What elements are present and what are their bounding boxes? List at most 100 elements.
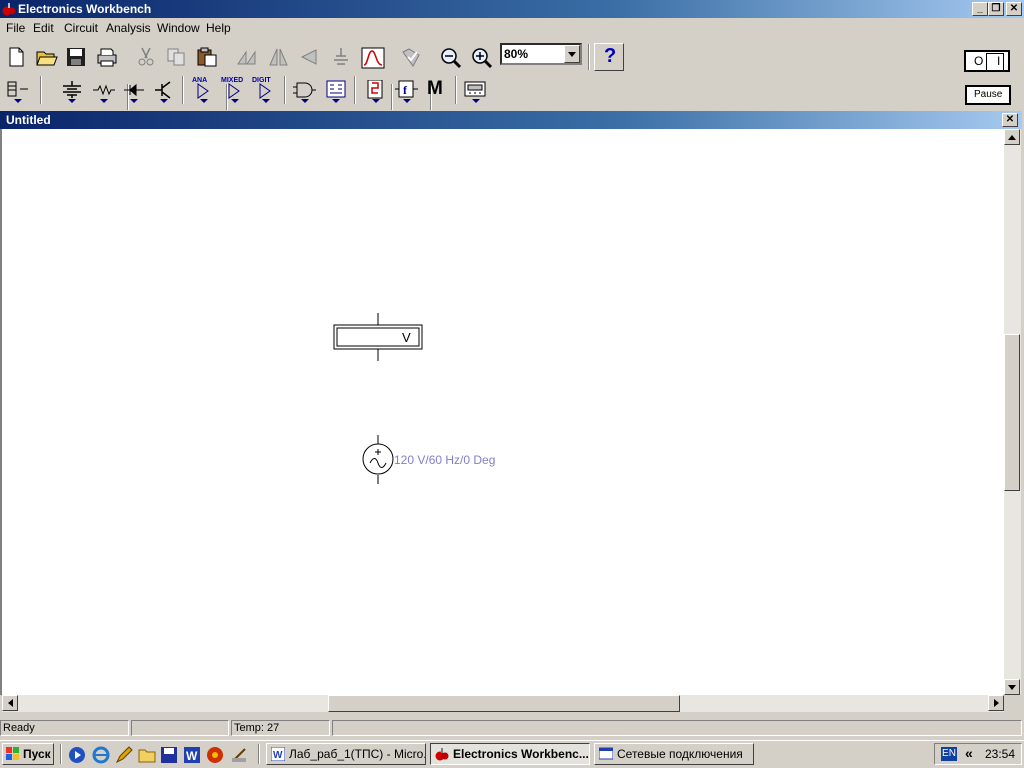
circuit-window-title-bar[interactable]: Untitled ✕ (0, 111, 1022, 129)
arrow-down-icon (1008, 685, 1016, 690)
instrument-icon (464, 81, 486, 103)
power-switch[interactable]: O I (964, 50, 1010, 72)
favorites-bin-button[interactable] (2, 76, 30, 104)
menu-edit[interactable]: Edit (33, 21, 54, 35)
taskbar-electronics-workbench[interactable]: Electronics Workbenc... (430, 743, 590, 765)
horizontal-scroll-thumb[interactable] (328, 695, 680, 712)
zoom-in-button[interactable] (467, 43, 495, 71)
battery-icon (63, 81, 81, 103)
scroll-down-button[interactable] (1004, 679, 1020, 695)
graphs-button[interactable] (357, 43, 385, 71)
close-button[interactable]: ✕ (1006, 2, 1022, 16)
component-properties-button[interactable] (326, 43, 354, 71)
zoom-value: 80% (504, 47, 529, 61)
status-bar: Ready Temp: 27 (0, 718, 1024, 738)
menu-circuit[interactable]: Circuit (64, 21, 98, 35)
ac-source-label: 120 V/60 Hz/0 Deg (394, 453, 496, 467)
sources-bin-button[interactable] (56, 76, 84, 104)
flip-horizontal-button[interactable] (264, 43, 292, 71)
circuit-window-close-button[interactable]: ✕ (1002, 113, 1018, 127)
scroll-up-button[interactable] (1004, 129, 1020, 145)
open-button[interactable] (32, 43, 60, 71)
tray-expand-button[interactable]: « (965, 745, 973, 761)
instruments-bin-button[interactable] (460, 76, 488, 104)
transistors-bin-button[interactable] (148, 76, 176, 104)
network-window-icon (599, 747, 613, 760)
help-button[interactable]: ? (594, 43, 624, 71)
taskbar-network-connections[interactable]: Сетевые подключения (594, 743, 754, 765)
restore-button[interactable]: ❐ (988, 2, 1004, 16)
analog-ics-bin-button[interactable]: ANA (188, 76, 216, 104)
zoom-dropdown-button[interactable] (564, 45, 580, 63)
copy-icon (167, 48, 185, 66)
status-panel-middle (131, 720, 229, 736)
media-player-icon[interactable] (68, 746, 86, 764)
cut-button[interactable] (132, 43, 160, 71)
menu-window[interactable]: Window (157, 21, 200, 35)
basic-bin-button[interactable] (88, 76, 116, 104)
internet-explorer-icon[interactable] (92, 746, 110, 764)
diodes-bin-button[interactable] (118, 76, 146, 104)
flip-vertical-button[interactable] (294, 43, 322, 71)
arrow-left-icon (8, 699, 13, 707)
circuit-window-title: Untitled (6, 113, 51, 127)
pause-button[interactable]: Pause (965, 85, 1011, 105)
app-title-bar[interactable]: Electronics Workbench _ ❐ ✕ (0, 0, 1024, 18)
disc-burner-icon[interactable] (206, 746, 224, 764)
circuit-canvas[interactable]: V 120 V/60 Hz/0 Deg (0, 129, 1004, 695)
save-button[interactable] (62, 43, 90, 71)
menu-help[interactable]: Help (206, 21, 231, 35)
vertical-scroll-thumb[interactable] (1004, 334, 1020, 491)
minimize-button[interactable]: _ (972, 2, 988, 16)
word-icon[interactable]: W (183, 746, 201, 764)
flip-vertical-icon (300, 49, 317, 65)
arrow-right-icon (994, 699, 999, 707)
zoom-out-button[interactable] (436, 43, 464, 71)
zoom-select[interactable]: 80% (500, 43, 582, 65)
paste-button[interactable] (192, 43, 220, 71)
start-button[interactable]: Пуск (2, 743, 54, 765)
menu-file[interactable]: File (6, 21, 25, 35)
new-file-button[interactable] (2, 43, 30, 71)
zoom-in-icon (472, 48, 493, 69)
flip-flop-icon (326, 80, 346, 103)
voltmeter-label: V (402, 330, 411, 345)
windows-taskbar: Пуск W W Лаб_раб_1(ТПС) - Micro... Elect… (0, 740, 1024, 768)
scroll-right-button[interactable] (988, 695, 1004, 711)
workbench-shortcut-icon[interactable] (230, 746, 248, 764)
chevron-down-icon (568, 52, 576, 57)
save-icon (67, 48, 85, 66)
voltmeter-component[interactable]: V (332, 313, 426, 363)
taskbar-network-label: Сетевые подключения (617, 747, 743, 761)
scroll-left-button[interactable] (2, 695, 18, 711)
printer-icon (97, 48, 117, 67)
favorites-bin-icon (7, 81, 28, 103)
zoom-out-icon (441, 48, 462, 69)
parts-toolbar: ANA MIXED DIGIT f M (0, 74, 960, 108)
logic-gates-bin-button[interactable] (289, 76, 317, 104)
transistor-icon (155, 81, 171, 103)
function-block-icon: f (395, 80, 418, 103)
menu-analysis[interactable]: Analysis (106, 21, 151, 35)
mixed-ics-bin-button[interactable]: MIXED (219, 76, 247, 104)
horizontal-scrollbar[interactable] (2, 695, 1004, 712)
taskbar-word-document[interactable]: W Лаб_раб_1(ТПС) - Micro... (266, 743, 426, 765)
opamp-icon (197, 83, 209, 103)
folder-icon[interactable] (138, 746, 156, 764)
arrow-up-icon (1008, 135, 1016, 140)
digital-bin-button[interactable] (320, 76, 348, 104)
floppy-icon[interactable] (160, 746, 178, 764)
copy-button[interactable] (162, 43, 190, 71)
controls-bin-button[interactable]: f (391, 76, 419, 104)
language-indicator[interactable]: EN (941, 747, 957, 761)
subcircuit-button[interactable] (396, 43, 424, 71)
miscellaneous-bin-button[interactable]: M (422, 76, 450, 104)
mixed-ic-icon (228, 83, 240, 103)
vertical-scrollbar[interactable] (1004, 129, 1021, 695)
digital-ics-bin-button[interactable]: DIGIT (250, 76, 278, 104)
print-button[interactable] (92, 43, 120, 71)
indicators-bin-button[interactable] (360, 76, 388, 104)
rotate-button[interactable] (232, 43, 260, 71)
pencil-tool-icon[interactable] (115, 746, 133, 764)
system-tray: EN « 23:54 (934, 743, 1022, 765)
